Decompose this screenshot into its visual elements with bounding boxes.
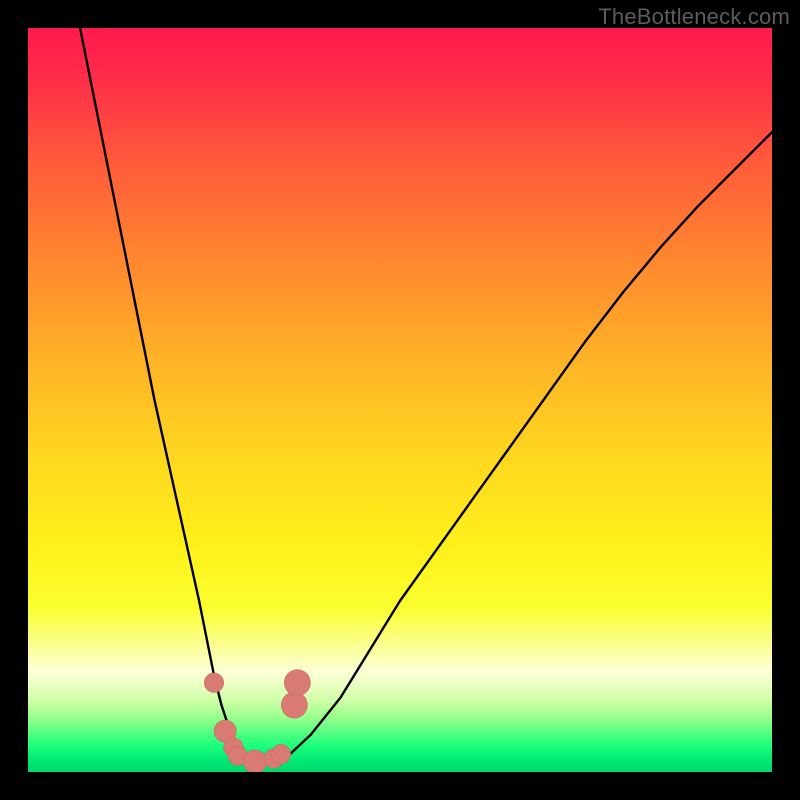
- curve-marker: [271, 744, 290, 763]
- curve-marker: [281, 692, 307, 718]
- watermark-text: TheBottleneck.com: [598, 4, 790, 30]
- bottleneck-curve: [80, 28, 772, 765]
- plot-area: [28, 28, 772, 772]
- curve-marker: [204, 673, 223, 692]
- curve-marker: [284, 670, 310, 696]
- curve-marker: [243, 750, 266, 772]
- chart-frame: TheBottleneck.com: [0, 0, 800, 800]
- curve-layer: [28, 28, 772, 772]
- curve-markers: [204, 670, 310, 772]
